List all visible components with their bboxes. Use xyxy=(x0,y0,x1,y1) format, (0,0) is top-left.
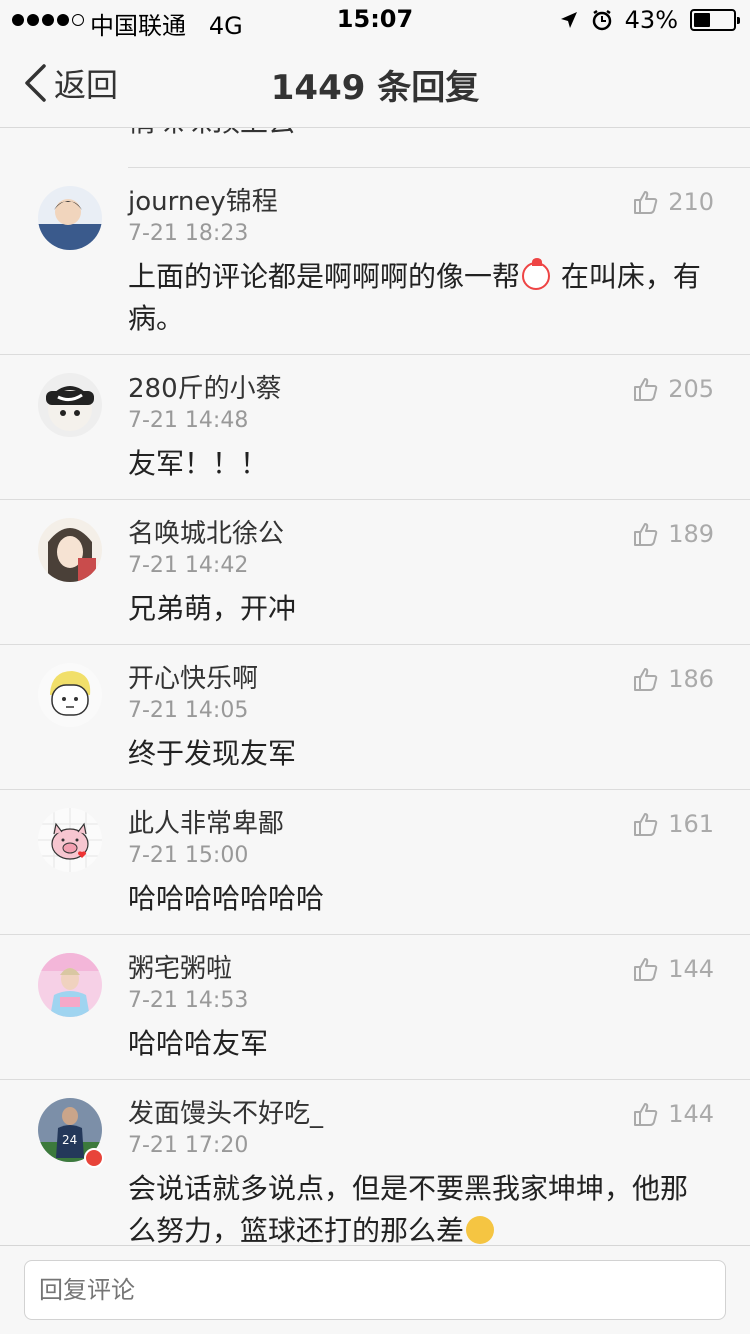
comment-item[interactable]: journey锦程 7-21 18:23 上面的评论都是啊啊啊的像一帮 在叫床，… xyxy=(0,168,750,355)
like-count: 144 xyxy=(668,1100,714,1128)
comment-time: 7-21 14:05 xyxy=(128,698,249,723)
like-button[interactable]: 144 xyxy=(632,1098,714,1130)
like-button[interactable]: 205 xyxy=(632,373,714,405)
status-bar: 中国联通 4G 15:07 43% xyxy=(0,0,750,40)
thumbs-up-icon xyxy=(634,378,658,401)
comment-text: 会说话就多说点，但是不要黑我家坤坤，他那么努力，篮球还打的那么差 xyxy=(128,1172,689,1245)
comment-time: 7-21 14:53 xyxy=(128,988,249,1013)
comment-item[interactable]: 此人非常卑鄙 7-21 15:00 哈哈哈哈哈哈哈 161 xyxy=(0,790,750,935)
comment-text: 哈哈哈友军 xyxy=(128,1027,269,1060)
avatar[interactable] xyxy=(38,808,102,872)
comment-text: 友军！！！ xyxy=(128,447,269,480)
comment-time: 7-21 14:48 xyxy=(128,408,249,433)
comment-text: 终于发现友军 xyxy=(128,737,297,770)
comment-time: 7-21 17:20 xyxy=(128,1133,249,1158)
like-count: 161 xyxy=(668,810,714,838)
location-icon xyxy=(560,12,577,28)
previous-comment-text: 情咪咪顶上去 xyxy=(128,128,296,140)
verified-badge-icon xyxy=(84,1148,104,1168)
battery-icon xyxy=(690,9,740,31)
avatar[interactable] xyxy=(38,373,102,437)
thumbs-up-icon xyxy=(634,523,658,546)
avatar[interactable] xyxy=(38,663,102,727)
page-title: 1449 条回复 xyxy=(270,68,480,108)
svg-text:24: 24 xyxy=(62,1133,77,1147)
like-button[interactable]: 161 xyxy=(632,808,714,840)
comment-item[interactable]: 24 发面馒头不好吃_ 7-21 17:20 会说话就多说点，但是不要黑我家坤坤… xyxy=(0,1080,750,1245)
like-button[interactable]: 189 xyxy=(632,518,714,550)
avatar[interactable] xyxy=(38,518,102,582)
alarm-icon xyxy=(592,9,611,31)
comment-time: 7-21 18:23 xyxy=(128,221,249,246)
previous-comment-tail: 情咪咪顶上去 xyxy=(128,128,750,168)
avatar[interactable] xyxy=(38,186,102,250)
battery-percent: 43% xyxy=(624,6,678,34)
like-count: 205 xyxy=(668,375,714,403)
comment-text: 哈哈哈哈哈哈哈 xyxy=(128,882,325,915)
avatar[interactable] xyxy=(38,953,102,1017)
comment-item[interactable]: 280斤的小蔡 7-21 14:48 友军！！！ 205 xyxy=(0,355,750,500)
reply-input[interactable] xyxy=(24,1260,726,1320)
comment-text: 上面的评论都是啊啊啊的像一帮 在叫床，有病。 xyxy=(128,258,701,335)
shush-emoji-icon xyxy=(466,1216,495,1244)
status-right: 43% xyxy=(559,6,740,34)
thumbs-up-icon xyxy=(634,813,658,836)
nav-bar: 返回 1449 条回复 xyxy=(0,40,750,128)
like-count: 189 xyxy=(668,520,714,548)
comment-list[interactable]: 情咪咪顶上去 journey锦程 7-21 18:23 上面的评论都是啊啊啊的像… xyxy=(0,128,750,1245)
thumbs-up-icon xyxy=(634,1103,658,1126)
like-button[interactable]: 210 xyxy=(632,186,714,218)
thumbs-up-icon xyxy=(634,191,658,214)
comment-item[interactable]: 粥宅粥啦 7-21 14:53 哈哈哈友军 144 xyxy=(0,935,750,1080)
like-count: 186 xyxy=(668,665,714,693)
comment-text: 兄弟萌，开冲 xyxy=(128,592,297,625)
like-button[interactable]: 144 xyxy=(632,953,714,985)
comment-item[interactable]: 名唤城北徐公 7-21 14:42 兄弟萌，开冲 189 xyxy=(0,500,750,645)
like-count: 144 xyxy=(668,955,714,983)
thumbs-up-icon xyxy=(634,958,658,981)
comment-time: 7-21 15:00 xyxy=(128,843,249,868)
thumbs-up-icon xyxy=(634,668,658,691)
comment-item[interactable]: 开心快乐啊 7-21 14:05 终于发现友军 186 xyxy=(0,645,750,790)
reply-bar xyxy=(0,1245,750,1334)
like-button[interactable]: 186 xyxy=(632,663,714,695)
comment-time: 7-21 14:42 xyxy=(128,553,249,578)
like-count: 210 xyxy=(668,188,714,216)
chicken-emoji-icon xyxy=(522,258,551,290)
